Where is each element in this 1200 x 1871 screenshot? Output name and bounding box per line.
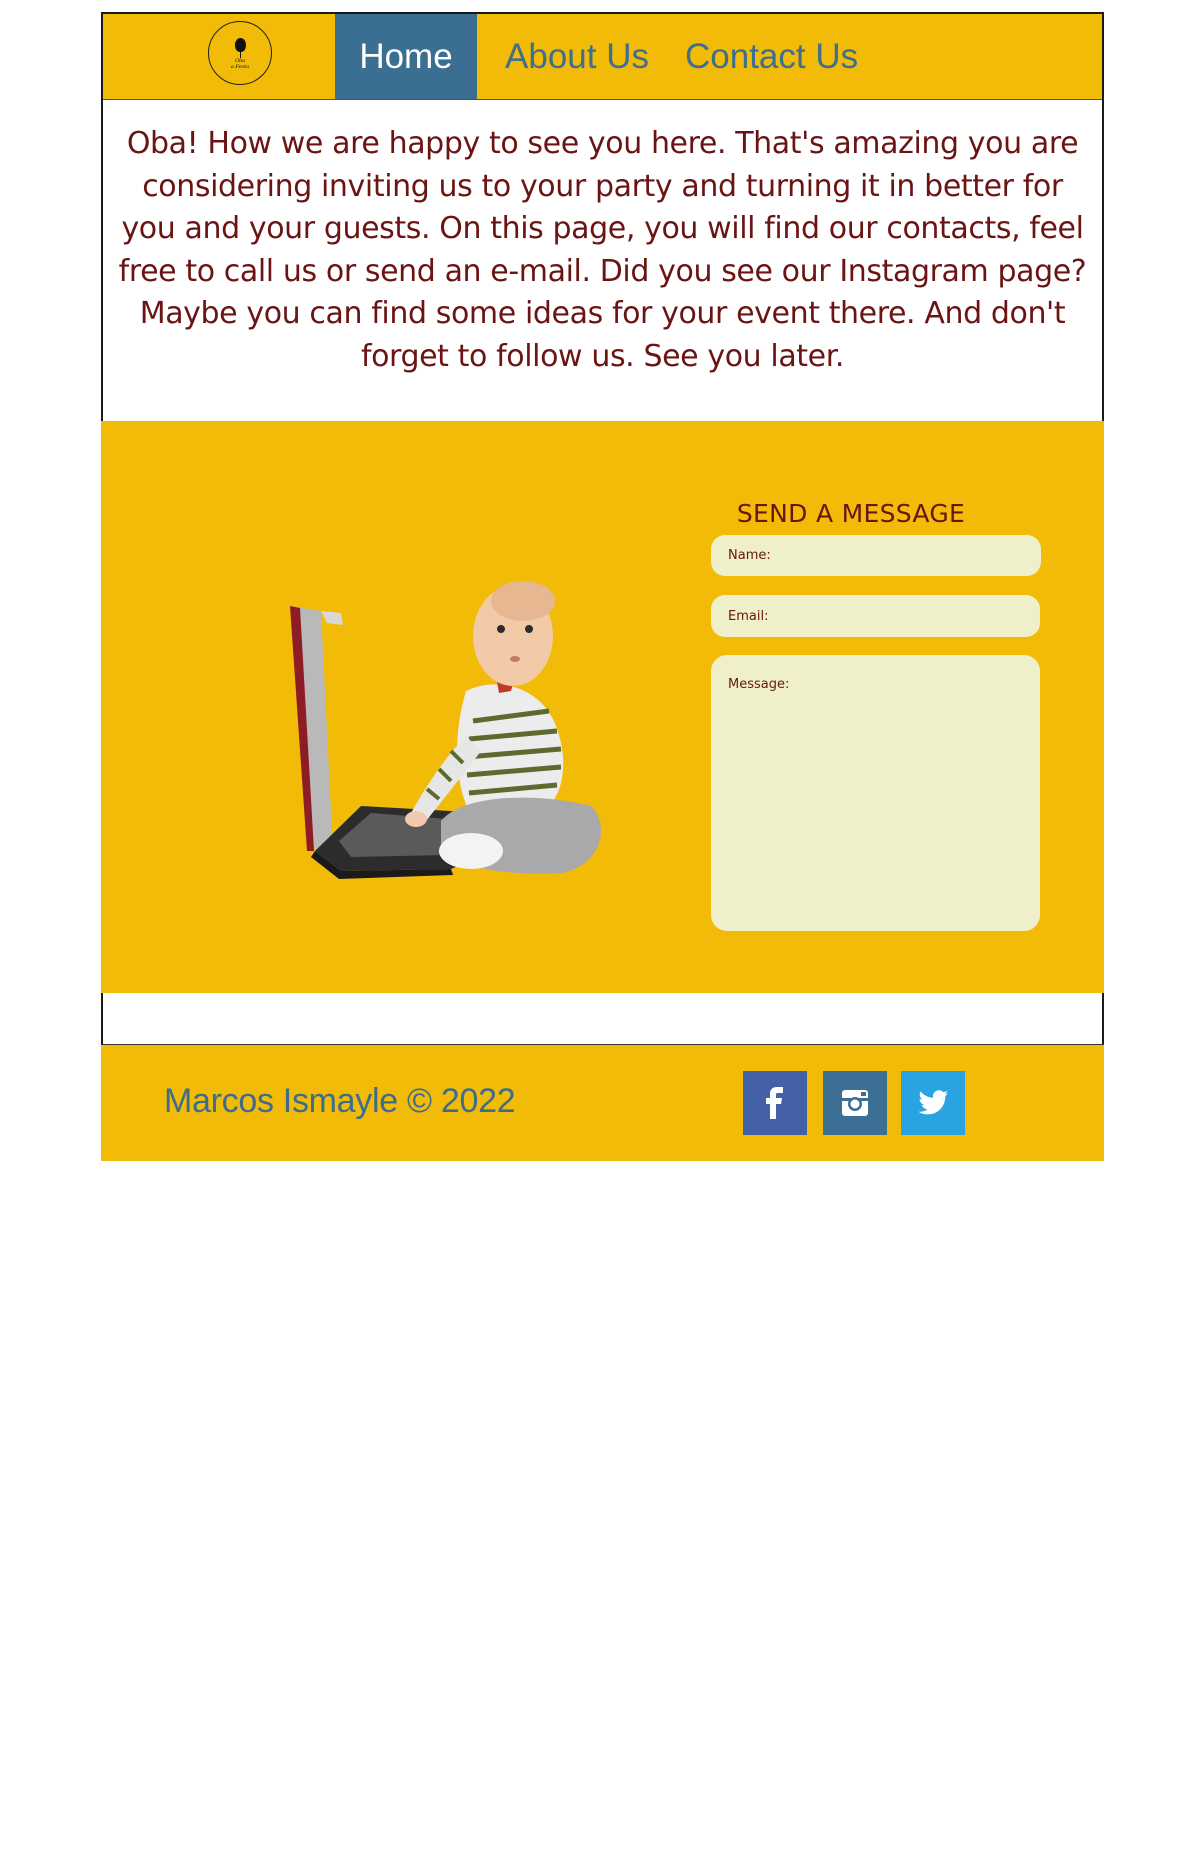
balloon-icon (234, 38, 246, 52)
footer: Marcos Ismayle © 2022 (101, 1044, 1104, 1161)
header: Oba a Festa Home About Us Contact Us (103, 14, 1102, 100)
contact-section: SEND A MESSAGE (101, 421, 1104, 993)
name-input[interactable] (711, 535, 1041, 576)
page-frame: Oba a Festa Home About Us Contact Us Oba… (101, 12, 1104, 1161)
baby-sock (439, 833, 503, 869)
facebook-button[interactable] (743, 1071, 807, 1135)
nav-contact-us[interactable]: Contact Us (677, 14, 867, 99)
intro-section: Oba! How we are happy to see you here. T… (103, 100, 1102, 420)
logo[interactable]: Oba a Festa (208, 21, 272, 85)
twitter-icon (918, 1090, 948, 1115)
baby-hand (405, 811, 427, 827)
message-textarea[interactable] (711, 655, 1040, 931)
baby-with-laptop-image (290, 581, 601, 879)
nav-home[interactable]: Home (335, 14, 477, 99)
intro-text: Oba! How we are happy to see you here. T… (118, 126, 1087, 374)
logo-text-line2: a Festa (230, 64, 250, 70)
main-nav: Home About Us Contact Us (335, 14, 867, 99)
form-title: SEND A MESSAGE (736, 499, 966, 528)
instagram-icon (842, 1090, 868, 1116)
email-input[interactable] (711, 595, 1040, 637)
twitter-button[interactable] (901, 1071, 965, 1135)
copyright-text: Marcos Ismayle © 2022 (164, 1082, 516, 1120)
instagram-button[interactable] (823, 1071, 887, 1135)
facebook-icon (766, 1087, 783, 1119)
nav-about-us[interactable]: About Us (477, 14, 677, 99)
